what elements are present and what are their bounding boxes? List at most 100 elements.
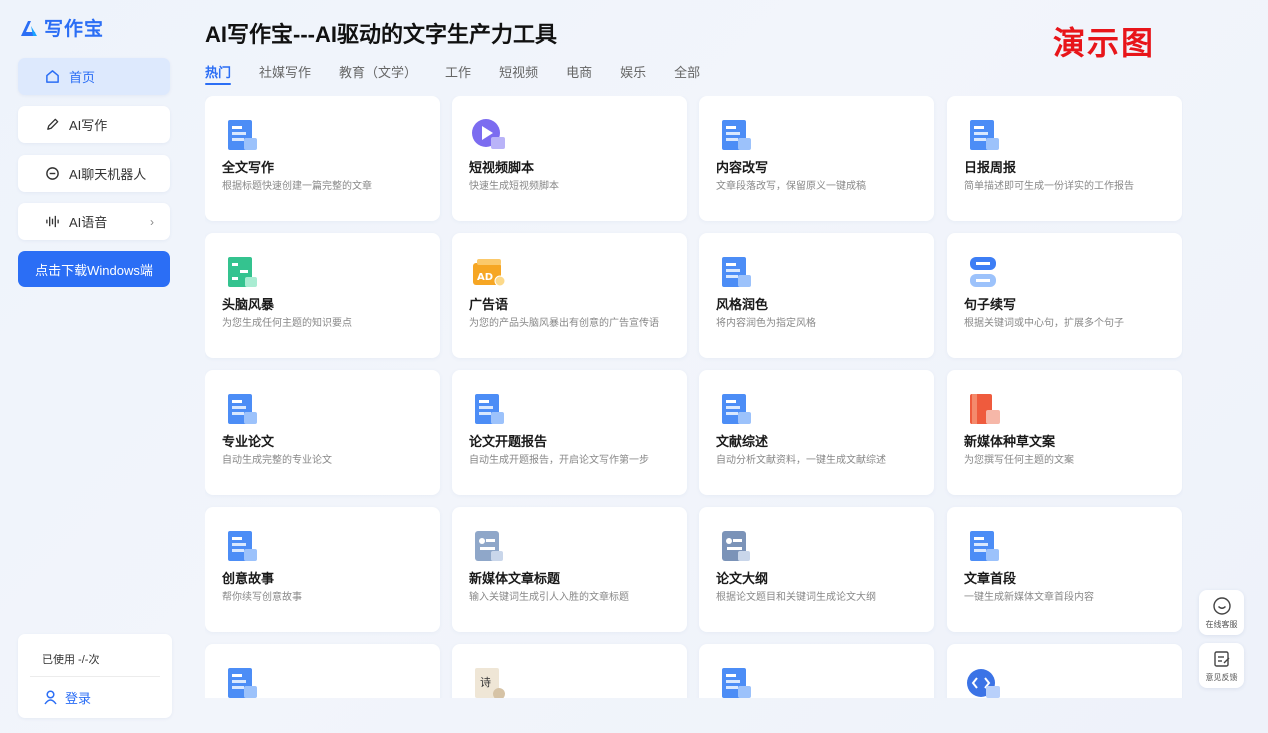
tool-card[interactable]: 诗 bbox=[452, 644, 687, 698]
app-logo[interactable]: 写作宝 bbox=[18, 14, 104, 41]
customer-service-icon bbox=[1212, 596, 1231, 615]
page-title: AI写作宝---AI驱动的文字生产力工具 bbox=[205, 22, 557, 47]
feedback-button[interactable]: 意见反馈 bbox=[1199, 643, 1244, 688]
demo-watermark: 演示图 bbox=[1053, 25, 1156, 61]
card-title: 日报周报 bbox=[964, 160, 1017, 175]
mindmap-icon bbox=[222, 253, 262, 293]
card-description: 文章段落改写，保留原义一键成稿 bbox=[716, 181, 866, 192]
ad-icon: AD bbox=[469, 253, 509, 293]
sidebar-item-label: AI写作 bbox=[69, 118, 108, 133]
card-description: 一键生成新媒体文章首段内容 bbox=[964, 592, 1094, 603]
card-description: 帮你续写创意故事 bbox=[222, 592, 302, 603]
tool-card[interactable]: 内容改写文章段落改写，保留原义一键成稿 bbox=[699, 96, 934, 221]
first-paragraph-icon bbox=[964, 527, 1004, 567]
rewrite-icon bbox=[716, 116, 756, 156]
customer-service-button[interactable]: 在线客服 bbox=[1199, 590, 1244, 635]
card-description: 根据关键词或中心句，扩展多个句子 bbox=[964, 318, 1124, 329]
chart-6s-icon bbox=[222, 664, 262, 698]
tool-card[interactable]: 专业论文 自动生成完整的专业论文 bbox=[205, 370, 440, 495]
logo-icon bbox=[21, 20, 37, 36]
headline-icon bbox=[469, 527, 509, 567]
float-label: 意见反馈 bbox=[1205, 672, 1238, 682]
paper-icon bbox=[222, 390, 262, 430]
tool-card[interactable]: 创意故事帮你续写创意故事 bbox=[205, 507, 440, 632]
card-title: 短视频脚本 bbox=[469, 160, 535, 175]
tool-card[interactable]: 论文开题报告自动生成开题报告，开启论文写作第一步 bbox=[452, 370, 687, 495]
login-button[interactable]: 登录 bbox=[44, 688, 91, 707]
tool-card[interactable] bbox=[205, 644, 440, 698]
card-title: 文章首段 bbox=[964, 571, 1017, 586]
tool-card[interactable]: 文献综述 自动分析文献资料，一键生成文献综述 bbox=[699, 370, 934, 495]
svg-text:AD: AD bbox=[477, 272, 493, 283]
folder-style-icon bbox=[716, 253, 756, 293]
sentence-icon bbox=[964, 253, 1004, 293]
tool-card[interactable]: 新媒体文章标题输入关键词生成引人入胜的文章标题 bbox=[452, 507, 687, 632]
sidebar-item-ai-chatbot[interactable]: AI聊天机器人 bbox=[18, 155, 170, 192]
sidebar-item-label: AI语音 bbox=[69, 215, 108, 230]
card-title: 头脑风暴 bbox=[222, 297, 275, 312]
card-description: 为您生成任何主题的知识要点 bbox=[222, 318, 352, 329]
tool-card[interactable]: 风格润色 将内容润色为指定风格 bbox=[699, 233, 934, 358]
tool-card[interactable]: AD 广告语 为您的产品头脑风暴出有创意的广告宣传语 bbox=[452, 233, 687, 358]
red-book-icon bbox=[964, 390, 1004, 430]
login-label: 登录 bbox=[65, 691, 92, 706]
card-title: 全文写作 bbox=[222, 160, 275, 175]
card-title: 句子续写 bbox=[964, 297, 1017, 312]
sidebar-item-home[interactable]: 首页 bbox=[18, 58, 170, 95]
tool-card[interactable]: 日报周报简单描述即可生成一份详实的工作报告 bbox=[947, 96, 1182, 221]
tool-card[interactable]: 短视频脚本快速生成短视频脚本 bbox=[452, 96, 687, 221]
card-description: 自动生成开题报告，开启论文写作第一步 bbox=[469, 455, 649, 466]
tab-education[interactable]: 教育（文学） bbox=[339, 62, 417, 84]
feedback-icon bbox=[1213, 650, 1229, 667]
tool-card[interactable]: 论文大纲 根据论文题目和关键词生成论文大纲 bbox=[699, 507, 934, 632]
card-description: 为您撰写任何主题的文案 bbox=[964, 455, 1074, 466]
poem-icon: 诗 bbox=[469, 664, 509, 698]
card-description: 自动分析文献资料，一键生成文献综述 bbox=[716, 455, 886, 466]
tool-card[interactable] bbox=[947, 644, 1182, 698]
tab-work[interactable]: 工作 bbox=[445, 62, 471, 84]
video-play-icon bbox=[469, 116, 509, 156]
tab-all[interactable]: 全部 bbox=[674, 62, 700, 84]
tool-card[interactable] bbox=[699, 644, 934, 698]
card-description: 根据标题快速创建一篇完整的文章 bbox=[222, 181, 372, 192]
tool-card[interactable]: 文章首段一键生成新媒体文章首段内容 bbox=[947, 507, 1182, 632]
card-title: 内容改写 bbox=[716, 160, 769, 175]
tool-card[interactable]: 新媒体种草文案为您撰写任何主题的文案 bbox=[947, 370, 1182, 495]
card-description: 输入关键词生成引人入胜的文章标题 bbox=[469, 592, 629, 603]
card-description: 自动生成完整的专业论文 bbox=[222, 455, 332, 466]
card-title: 新媒体文章标题 bbox=[469, 571, 561, 586]
tool-card[interactable]: 全文写作根据标题快速创建一篇完整的文章 bbox=[205, 96, 440, 221]
tab-ecommerce[interactable]: 电商 bbox=[566, 62, 592, 84]
card-description: 快速生成短视频脚本 bbox=[469, 181, 559, 192]
float-label: 在线客服 bbox=[1205, 619, 1238, 629]
pen-icon bbox=[44, 117, 60, 133]
card-title: 创意故事 bbox=[222, 571, 275, 586]
logo-text: 写作宝 bbox=[44, 19, 105, 40]
tab-short-video[interactable]: 短视频 bbox=[499, 62, 538, 84]
sidebar-item-ai-writing[interactable]: AI写作 bbox=[18, 106, 170, 143]
literature-icon bbox=[716, 390, 756, 430]
report-book-icon bbox=[964, 116, 1004, 156]
tool-card[interactable]: 句子续写根据关键词或中心句，扩展多个句子 bbox=[947, 233, 1182, 358]
card-title: 广告语 bbox=[469, 297, 509, 312]
tab-social-media[interactable]: 社媒写作 bbox=[259, 62, 311, 84]
code-icon bbox=[964, 664, 1004, 698]
card-title: 新媒体种草文案 bbox=[964, 434, 1056, 449]
tool-card[interactable]: 头脑风暴为您生成任何主题的知识要点 bbox=[205, 233, 440, 358]
card-description: 简单描述即可生成一份详实的工作报告 bbox=[964, 181, 1134, 192]
tab-entertainment[interactable]: 娱乐 bbox=[620, 62, 646, 84]
category-tabs: 热门 社媒写作 教育（文学） 工作 短视频 电商 娱乐 全部 bbox=[205, 62, 728, 85]
card-title: 论文开题报告 bbox=[469, 434, 548, 449]
svg-text:诗: 诗 bbox=[480, 675, 491, 689]
card-description: 根据论文题目和关键词生成论文大纲 bbox=[716, 592, 876, 603]
outline-icon bbox=[716, 527, 756, 567]
card-title: 风格润色 bbox=[716, 297, 769, 312]
sidebar-item-ai-voice[interactable]: AI语音 › bbox=[18, 203, 170, 240]
tab-hot[interactable]: 热门 bbox=[205, 62, 232, 85]
home-icon bbox=[44, 69, 60, 85]
divider bbox=[30, 676, 160, 677]
user-icon bbox=[44, 690, 57, 705]
download-windows-button[interactable]: 点击下载Windows端 bbox=[18, 251, 170, 287]
audio-wave-icon bbox=[44, 214, 60, 230]
story-icon bbox=[222, 527, 262, 567]
